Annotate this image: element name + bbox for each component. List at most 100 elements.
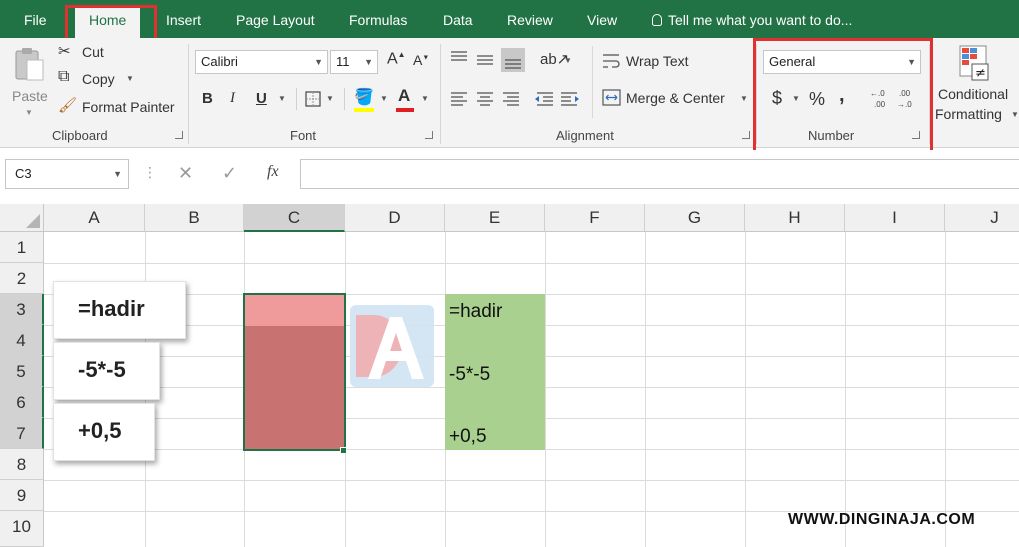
cell-e5[interactable]: -5*-5 <box>449 364 490 386</box>
row-header-7[interactable]: 7 <box>0 418 44 449</box>
enter-checkmark-icon[interactable]: ✓ <box>222 163 237 184</box>
row-header-9[interactable]: 9 <box>0 480 44 511</box>
tab-data[interactable]: Data <box>443 0 473 38</box>
font-launcher-icon[interactable] <box>425 131 433 139</box>
font-color-swatch <box>396 108 414 112</box>
column-header-d[interactable]: D <box>345 204 445 232</box>
vertical-align-icons[interactable] <box>449 48 529 72</box>
clipboard-icon <box>15 48 44 81</box>
font-color-icon[interactable]: A <box>398 86 410 106</box>
horizontal-align-icons[interactable] <box>449 90 579 108</box>
cut-label: Cut <box>82 44 104 60</box>
cell-e7[interactable]: +0,5 <box>449 426 487 448</box>
cut-button[interactable]: ✂ Cut <box>58 43 148 63</box>
cell-e3[interactable]: =hadir <box>449 301 502 323</box>
format-painter-button[interactable]: 🖌 Format Painter <box>58 97 182 118</box>
font-size-dropdown[interactable]: 11 ▼ <box>330 50 378 74</box>
select-all-corner[interactable] <box>0 204 44 232</box>
underline-button[interactable]: U <box>256 90 267 107</box>
column-header-a[interactable]: A <box>44 204 145 232</box>
divider <box>592 46 593 118</box>
selected-range-c3-c7[interactable] <box>243 293 346 451</box>
column-header-f[interactable]: F <box>545 204 645 232</box>
alignment-launcher-icon[interactable] <box>742 131 750 139</box>
merge-center-button[interactable]: Merge & Center ▼ <box>602 88 752 110</box>
divider <box>296 88 297 110</box>
paste-label: Paste <box>12 88 48 104</box>
row-header-8[interactable]: 8 <box>0 449 44 480</box>
fill-color-icon[interactable]: 🪣 <box>354 87 374 107</box>
insert-function-icon[interactable]: fx <box>267 163 279 181</box>
gridline <box>845 232 846 547</box>
gridline <box>945 232 946 547</box>
chevron-down-icon[interactable]: ▼ <box>278 94 286 103</box>
formula-input[interactable] <box>300 159 1019 189</box>
row-header-5[interactable]: 5 <box>0 356 44 387</box>
divider <box>344 88 345 110</box>
bold-button[interactable]: B <box>202 90 213 107</box>
copy-label: Copy <box>82 71 115 87</box>
group-separator <box>440 44 441 144</box>
drag-handle-icon[interactable]: ⋮ <box>143 164 157 181</box>
tell-me-search[interactable]: Tell me what you want to do... <box>652 0 852 38</box>
callout-hadir-text: =hadir <box>78 295 145 321</box>
chevron-down-icon: ▼ <box>126 74 134 83</box>
callout-minus-five-text: -5*-5 <box>78 356 126 382</box>
row-header-2[interactable]: 2 <box>0 263 44 294</box>
chevron-down-icon[interactable]: ▼ <box>326 94 334 103</box>
fill-color-swatch <box>354 108 374 112</box>
column-header-g[interactable]: G <box>645 204 745 232</box>
wrap-text-button[interactable]: Wrap Text <box>602 51 702 73</box>
column-header-h[interactable]: H <box>745 204 845 232</box>
copy-button[interactable]: ⧉ Copy ▼ <box>58 68 148 90</box>
tab-page-layout[interactable]: Page Layout <box>236 0 315 38</box>
chevron-down-icon: ▼ <box>314 57 323 67</box>
row-header-4[interactable]: 4 <box>0 325 44 356</box>
row-header-3[interactable]: 3 <box>0 294 44 325</box>
decrease-font-size-icon[interactable]: A▼ <box>413 52 429 68</box>
tab-insert[interactable]: Insert <box>166 0 201 38</box>
chevron-down-icon: ▼ <box>25 108 33 117</box>
fill-handle[interactable] <box>340 447 347 454</box>
row-header-1[interactable]: 1 <box>0 232 44 263</box>
column-header-e[interactable]: E <box>445 204 545 232</box>
callout-minus-five: -5*-5 <box>53 342 160 400</box>
column-header-b[interactable]: B <box>145 204 244 232</box>
merge-cells-icon <box>602 89 621 106</box>
copy-icon: ⧉ <box>58 68 70 85</box>
column-header-i[interactable]: I <box>845 204 945 232</box>
name-box[interactable]: C3 ▼ <box>5 159 129 189</box>
cancel-icon[interactable]: ✕ <box>178 163 193 184</box>
paste-button[interactable]: Paste ▼ <box>8 42 52 118</box>
row-header-10[interactable]: 10 <box>0 511 44 547</box>
name-box-value: C3 <box>15 166 32 181</box>
italic-button[interactable]: I <box>230 90 235 107</box>
merge-center-label: Merge & Center <box>626 90 725 106</box>
chevron-down-icon[interactable]: ▼ <box>421 94 429 103</box>
wrap-text-icon <box>603 54 620 68</box>
column-header-c[interactable]: C <box>244 204 345 232</box>
callout-plus-half-text: +0,5 <box>78 417 122 443</box>
tab-file[interactable]: File <box>24 0 47 38</box>
chevron-down-icon[interactable]: ▼ <box>380 94 388 103</box>
spreadsheet-grid: A B C D E F G H I J 1 2 3 4 5 6 7 8 9 10… <box>0 204 1019 547</box>
tab-review[interactable]: Review <box>507 0 553 38</box>
lightbulb-icon <box>652 14 662 26</box>
tab-formulas[interactable]: Formulas <box>349 0 407 38</box>
chevron-down-icon: ▼ <box>1011 110 1019 119</box>
font-name-value: Calibri <box>201 54 238 69</box>
column-header-j[interactable]: J <box>945 204 1019 232</box>
tab-view[interactable]: View <box>587 0 617 38</box>
conditional-formatting-button[interactable]: ≠ Conditional Formatting ▼ <box>934 42 1019 126</box>
format-painter-label: Format Painter <box>82 99 175 115</box>
chevron-down-icon[interactable]: ▼ <box>564 56 572 65</box>
clipboard-launcher-icon[interactable] <box>175 131 183 139</box>
formula-bar: C3 ▼ ⋮ ✕ ✓ fx <box>0 150 1019 204</box>
row-header-6[interactable]: 6 <box>0 387 44 418</box>
increase-font-size-icon[interactable]: A▲ <box>387 50 406 68</box>
group-separator <box>188 44 189 144</box>
font-name-dropdown[interactable]: Calibri ▼ <box>195 50 328 74</box>
active-cell-c3[interactable] <box>245 295 344 326</box>
borders-icon[interactable] <box>305 91 321 107</box>
clipboard-group-label: Clipboard <box>52 128 108 143</box>
